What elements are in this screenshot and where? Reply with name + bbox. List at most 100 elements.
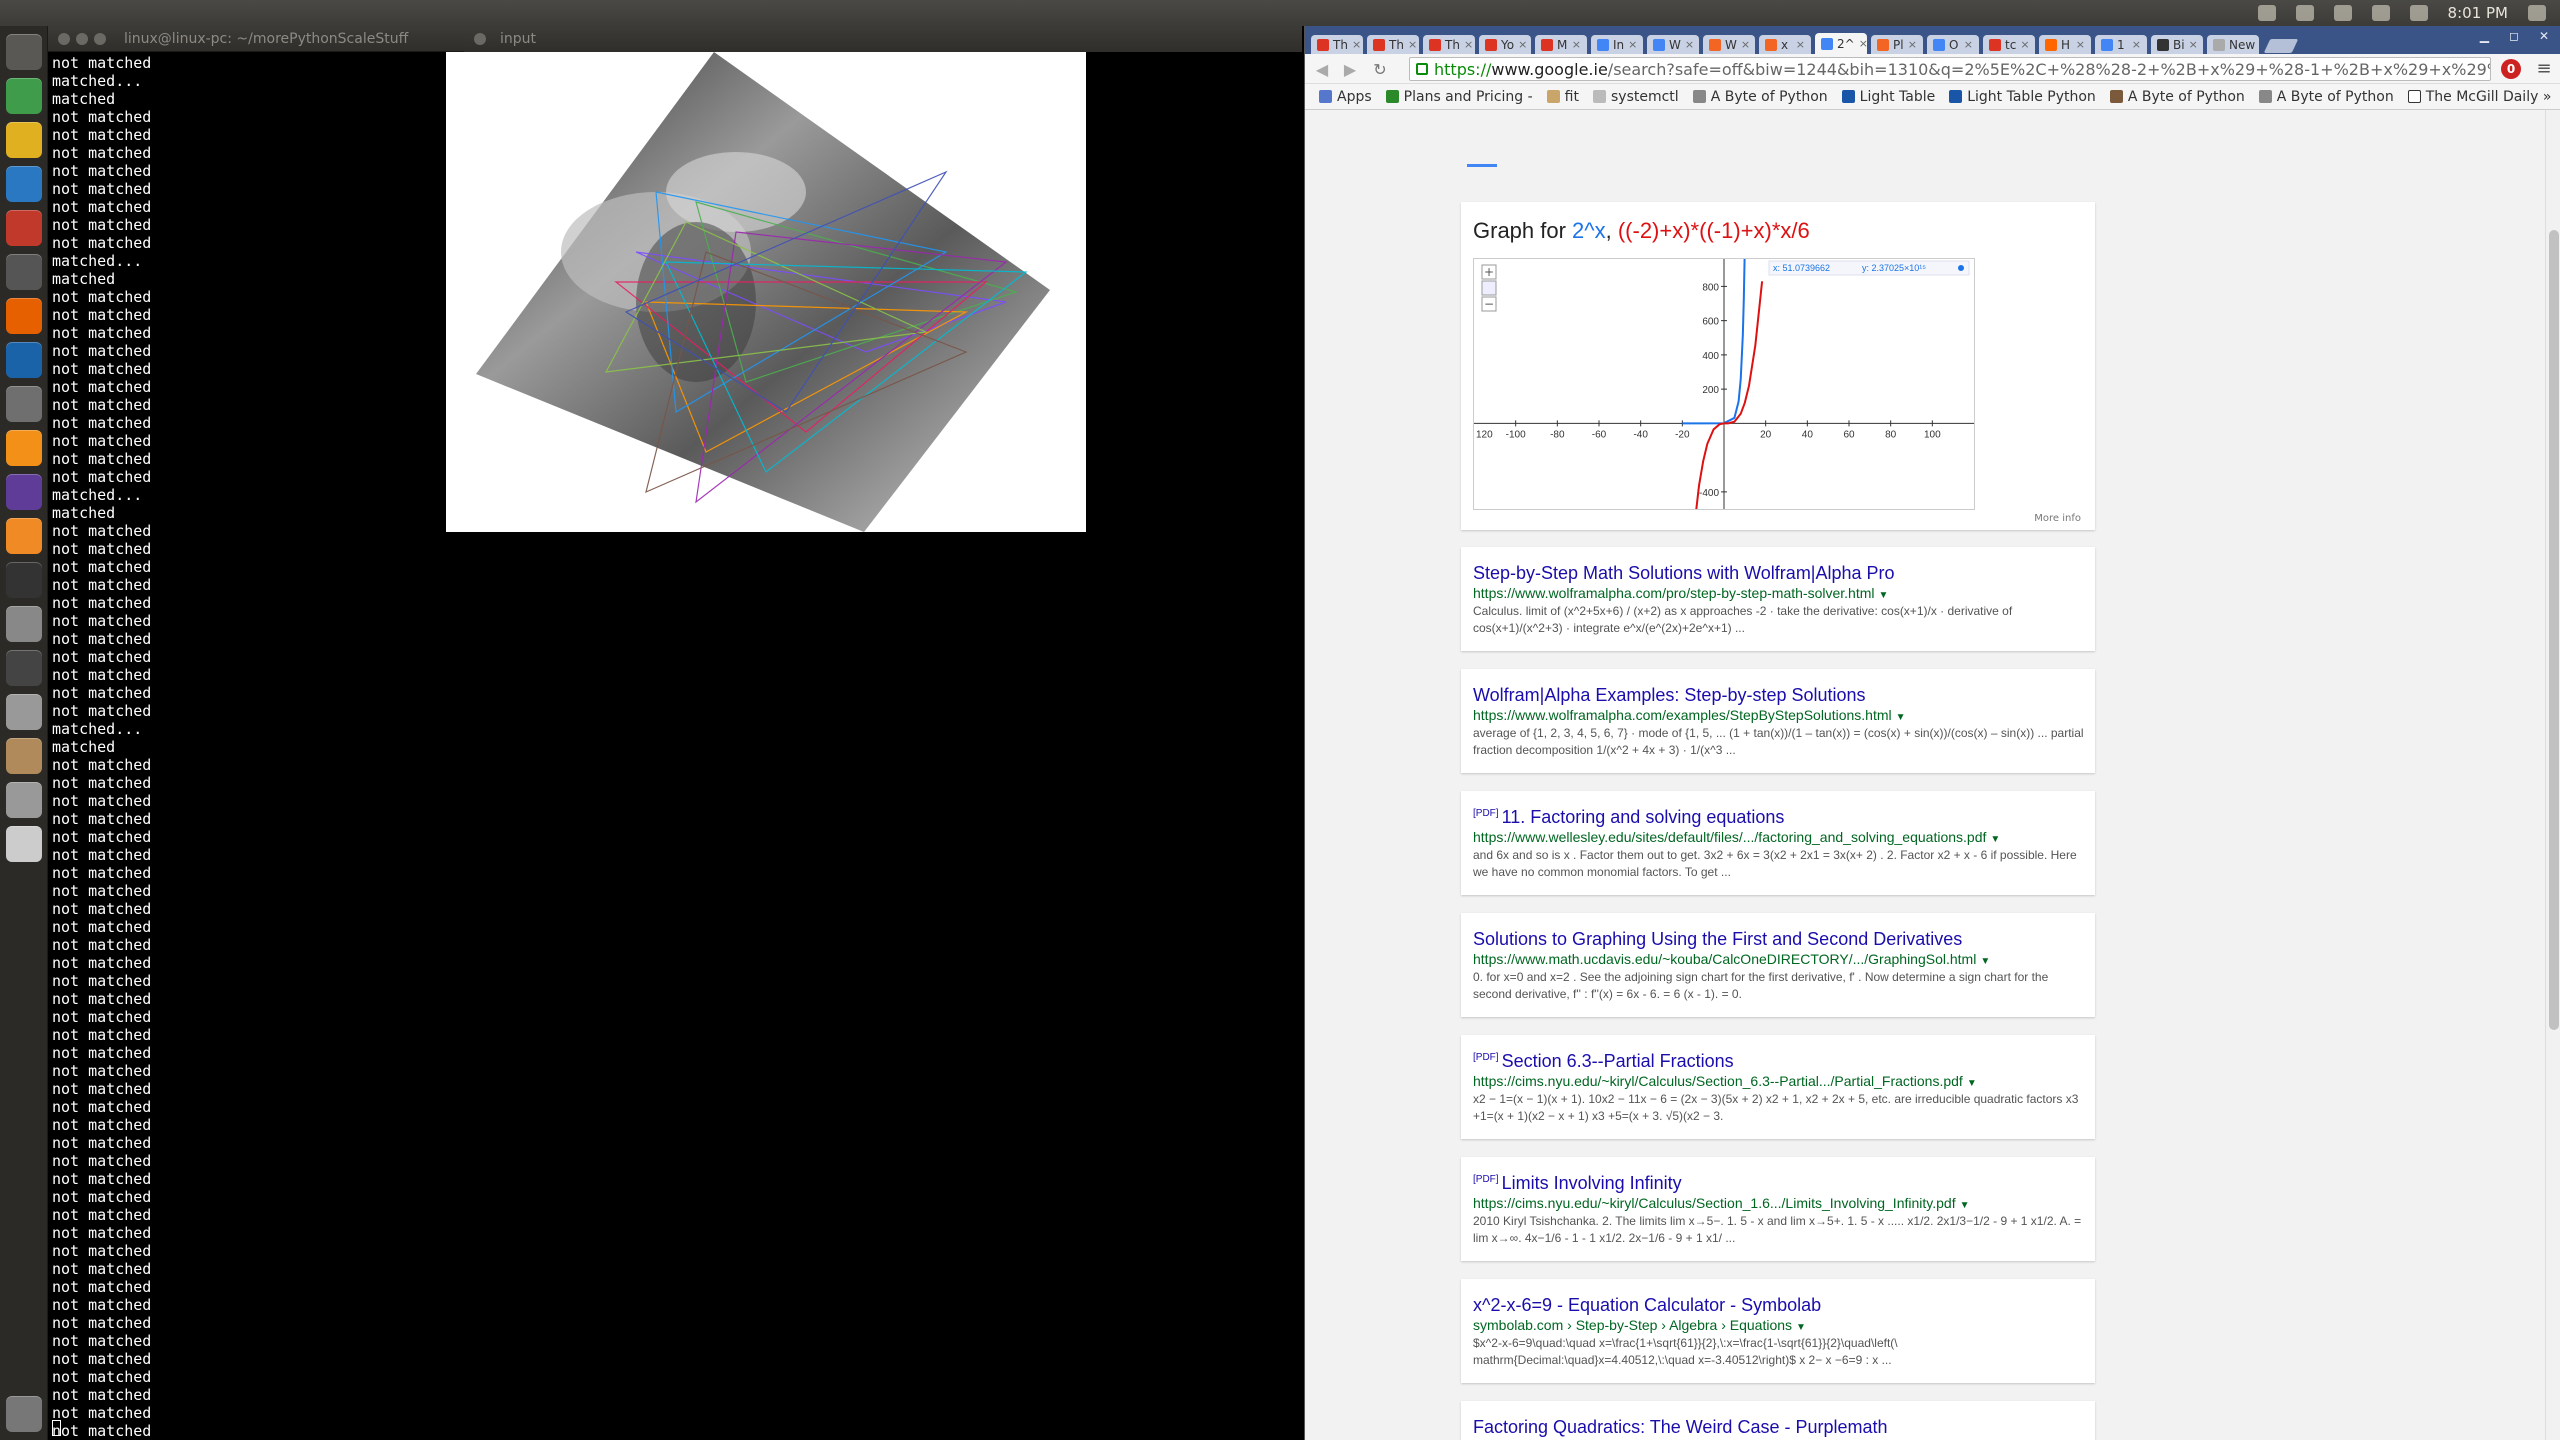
reload-icon[interactable]: ↻	[1371, 61, 1389, 79]
chrome-icon[interactable]	[6, 122, 42, 158]
disc-icon[interactable]	[6, 826, 42, 862]
browser-tab[interactable]: O ×	[1927, 35, 1979, 54]
browser-tab[interactable]: Th ×	[1423, 35, 1475, 54]
result-title-link[interactable]: Wolfram|Alpha Examples: Step-by-step Sol…	[1473, 685, 1866, 706]
extension-icon[interactable]: 0	[2501, 59, 2521, 79]
gear-app-icon[interactable]	[6, 78, 42, 114]
tab-close-icon[interactable]: ×	[1464, 38, 1473, 51]
tab-close-icon[interactable]: ×	[1908, 38, 1917, 51]
tab-close-icon[interactable]: ×	[2076, 38, 2085, 51]
screen-icon[interactable]	[6, 650, 42, 686]
tab-close-icon[interactable]: ×	[1572, 38, 1581, 51]
browser-tab[interactable]: In ×	[1591, 35, 1643, 54]
browser-tab[interactable]: Th ×	[1311, 35, 1363, 54]
bookmark-item[interactable]: Apps	[1319, 89, 1372, 105]
back-icon[interactable]: ◀	[1313, 61, 1331, 79]
tab-close-icon[interactable]: ×	[1796, 38, 1805, 51]
result-menu-caret-icon[interactable]: ▼	[1980, 956, 1990, 967]
result-menu-caret-icon[interactable]: ▼	[1990, 834, 2000, 845]
drive2-icon[interactable]	[6, 782, 42, 818]
maximize-icon[interactable]: ◻	[2509, 29, 2519, 43]
terminal-icon[interactable]	[6, 562, 42, 598]
browser-tab[interactable]: 2^ ×	[1815, 33, 1867, 54]
vlc-icon[interactable]	[6, 518, 42, 554]
address-bar[interactable]: https://www.google.ie/search?safe=off&bi…	[1409, 57, 2491, 81]
tab-close-icon[interactable]: ×	[2132, 38, 2141, 51]
bookmark-item[interactable]: A Byte of Python	[2258, 89, 2394, 105]
bookmark-item[interactable]: systemctl	[1592, 89, 1679, 105]
bookmark-item[interactable]: A Byte of Python	[2109, 89, 2245, 105]
result-menu-caret-icon[interactable]: ▼	[1960, 1200, 1970, 1211]
tab-close-icon[interactable]: ×	[1518, 38, 1527, 51]
tab-close-icon[interactable]: ×	[2020, 38, 2029, 51]
tab-close-icon[interactable]: ×	[1685, 38, 1694, 51]
terminal-titlebar[interactable]: linux@linux-pc: ~/morePythonScaleStuff	[48, 26, 464, 52]
result-menu-caret-icon[interactable]: ▼	[1878, 590, 1888, 601]
firefox-icon[interactable]	[6, 298, 42, 334]
result-menu-caret-icon[interactable]: ▼	[1896, 712, 1906, 723]
bookmark-item[interactable]: Plans and Pricing -	[1385, 89, 1533, 105]
close-icon[interactable]	[474, 33, 486, 45]
result-title-link[interactable]: Solutions to Graphing Using the First an…	[1473, 929, 1962, 950]
new-tab-button[interactable]	[2263, 39, 2299, 53]
minimize-icon[interactable]: ▁	[2480, 29, 2489, 43]
browser-tab[interactable]: tc ×	[1983, 35, 2035, 54]
bookmark-item[interactable]: The McGill Daily »	[2407, 89, 2551, 105]
image-window-titlebar[interactable]: input	[464, 26, 1302, 52]
result-menu-caret-icon[interactable]: ▼	[1796, 1322, 1806, 1333]
browser-tab[interactable]: Bi ×	[2151, 35, 2203, 54]
result-title-link[interactable]: [PDF] Limits Involving Infinity	[1473, 1173, 1682, 1194]
bookmark-item[interactable]: Light Table	[1841, 89, 1935, 105]
series-toggle-icon[interactable]	[1958, 265, 1964, 271]
eclipse-icon[interactable]	[6, 474, 42, 510]
writer-icon[interactable]	[6, 166, 42, 202]
bookmark-item[interactable]: fit	[1546, 89, 1579, 105]
bookmark-item[interactable]: Light Table Python	[1949, 89, 2096, 105]
bookmark-item[interactable]: A Byte of Python	[1692, 89, 1828, 105]
tab-close-icon[interactable]: ×	[1964, 38, 1973, 51]
browser-tab[interactable]: Th ×	[1367, 35, 1419, 54]
result-title-link[interactable]: Step-by-Step Math Solutions with Wolfram…	[1473, 563, 1895, 584]
files-icon[interactable]	[6, 738, 42, 774]
tab-close-icon[interactable]: ×	[1741, 38, 1750, 51]
bluetooth-icon[interactable]	[2333, 5, 2352, 21]
virtualbox-icon[interactable]	[6, 342, 42, 378]
maximize-icon[interactable]	[94, 33, 106, 45]
browser-tab[interactable]: x ×	[1759, 35, 1811, 54]
chrome-menu-icon[interactable]: ≡	[2535, 58, 2553, 80]
pan-icon[interactable]	[1481, 280, 1497, 296]
result-title-link[interactable]: [PDF] Section 6.3--Partial Fractions	[1473, 1051, 1734, 1072]
browser-tab[interactable]: New×	[2207, 35, 2259, 54]
clock[interactable]: 8:01 PM	[2448, 4, 2508, 22]
keyboard-icon[interactable]	[2371, 5, 2390, 21]
chat-icon[interactable]	[2295, 5, 2314, 21]
page-scrollbar[interactable]	[2545, 110, 2560, 1440]
result-title-link[interactable]: x^2-x-6=9 - Equation Calculator - Symbol…	[1473, 1295, 1821, 1316]
ubuntu-dash-icon[interactable]	[6, 34, 42, 70]
browser-tab[interactable]: W ×	[1647, 35, 1699, 54]
volume-icon[interactable]	[2409, 5, 2428, 21]
tab-close-icon[interactable]: ×	[1352, 38, 1361, 51]
close-icon[interactable]	[58, 33, 70, 45]
more-info-link[interactable]: More info	[2034, 513, 2081, 524]
browser-tab[interactable]: Pl ×	[1871, 35, 1923, 54]
drive-icon[interactable]	[6, 694, 42, 730]
power-icon[interactable]	[2528, 5, 2546, 21]
minimize-icon[interactable]	[76, 33, 88, 45]
tab-close-icon[interactable]: ×	[1859, 37, 1867, 50]
calendar-icon[interactable]	[6, 210, 42, 246]
steam-icon[interactable]	[6, 254, 42, 290]
graph-svg[interactable]: -100 -80 -60 -40 -20 20 40 60 80 100 120 800 600 400 2…	[1474, 247, 1974, 540]
result-title-link[interactable]: [PDF] 11. Factoring and solving equations	[1473, 807, 1784, 828]
browser-tab[interactable]: M ×	[1535, 35, 1587, 54]
close-icon[interactable]: ✕	[2539, 29, 2549, 43]
tab-close-icon[interactable]: ×	[1408, 38, 1417, 51]
tab-close-icon[interactable]: ×	[1628, 38, 1637, 51]
dropbox-icon[interactable]	[2257, 5, 2276, 21]
result-title-link[interactable]: Factoring Quadratics: The Weird Case - P…	[1473, 1417, 1888, 1438]
scrollbar-thumb[interactable]	[2549, 230, 2559, 1030]
browser-tab[interactable]: 1 ×	[2095, 35, 2147, 54]
sublime-icon[interactable]	[6, 430, 42, 466]
tab-close-icon[interactable]: ×	[2189, 38, 2198, 51]
graph-plot[interactable]: -100 -80 -60 -40 -20 20 40 60 80 100 120 800 600 400 2…	[1473, 247, 1975, 540]
